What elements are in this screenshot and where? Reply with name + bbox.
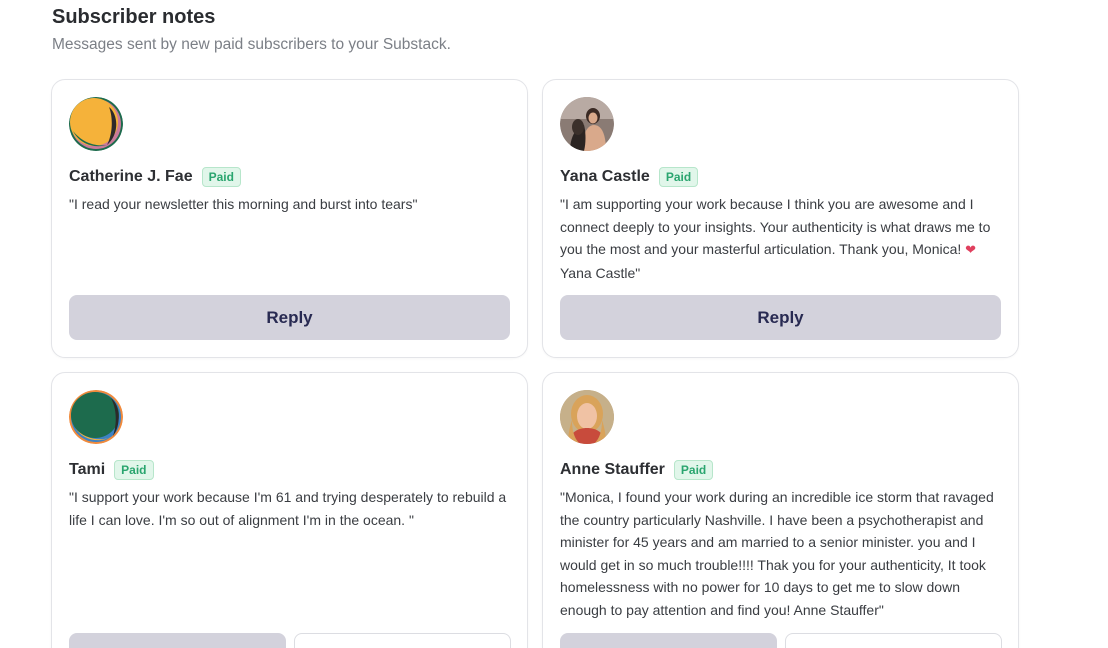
avatar[interactable] xyxy=(560,390,614,444)
section-subtitle: Messages sent by new paid subscribers to… xyxy=(52,36,451,53)
avatar[interactable] xyxy=(69,390,123,444)
reply-button[interactable]: Reply xyxy=(69,295,510,340)
secondary-action-button[interactable] xyxy=(294,633,511,648)
photo-avatar-icon xyxy=(560,97,614,151)
reply-button[interactable] xyxy=(560,633,777,648)
subscriber-notes-page: Subscriber notes Messages sent by new pa… xyxy=(0,0,1108,648)
paid-badge: Paid xyxy=(658,167,699,187)
section-title: Subscriber notes xyxy=(52,6,216,28)
secondary-action-button[interactable] xyxy=(785,633,1002,648)
paid-badge: Paid xyxy=(114,460,154,480)
subscriber-header: Catherine J. Fae Paid xyxy=(69,165,241,189)
subscriber-name[interactable]: Anne Stauffer xyxy=(560,461,665,479)
abstract-green-avatar-icon xyxy=(69,390,123,444)
avatar[interactable] xyxy=(560,97,614,151)
photo-avatar-icon xyxy=(560,390,614,444)
subscriber-header: Tami Paid xyxy=(69,458,154,482)
avatar[interactable] xyxy=(69,97,123,151)
subscriber-header: Anne Stauffer Paid xyxy=(560,458,714,482)
subscriber-note-card: Anne Stauffer Paid "Monica, I found your… xyxy=(542,372,1019,648)
reply-button[interactable]: Reply xyxy=(560,295,1001,340)
subscriber-name[interactable]: Yana Castle xyxy=(560,168,650,186)
subscriber-note-text: "I support your work because I'm 61 and … xyxy=(69,489,507,528)
subscriber-note-card: Tami Paid "I support your work because I… xyxy=(51,372,528,648)
subscriber-note-card: Yana Castle Paid "I am supporting your w… xyxy=(542,79,1019,358)
reply-button[interactable] xyxy=(69,633,286,648)
subscriber-note-card: Catherine J. Fae Paid "I read your newsl… xyxy=(51,79,528,358)
subscriber-note-text: "I read your newsletter this morning and… xyxy=(69,196,418,212)
subscriber-name[interactable]: Tami xyxy=(69,461,105,479)
sparkling-heart-icon: ❤ xyxy=(965,242,977,257)
subscriber-note-text: "Monica, I found your work during an inc… xyxy=(560,489,994,618)
note-body: "I am supporting your work because I thi… xyxy=(560,196,991,257)
subscriber-name[interactable]: Catherine J. Fae xyxy=(69,168,193,186)
paid-badge: Paid xyxy=(673,460,714,480)
paid-badge: Paid xyxy=(201,167,241,187)
note-signature: Yana Castle" xyxy=(560,264,641,281)
subscriber-note-text: "I am supporting your work because I thi… xyxy=(560,193,1005,284)
abstract-orange-avatar-icon xyxy=(69,97,123,151)
subscriber-header: Yana Castle Paid xyxy=(560,165,699,189)
